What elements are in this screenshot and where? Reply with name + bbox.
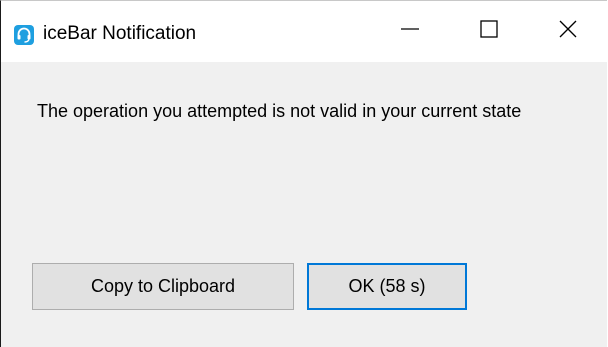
headset-icon: [14, 25, 34, 45]
copy-to-clipboard-button[interactable]: Copy to Clipboard: [32, 263, 294, 310]
maximize-icon: [479, 19, 499, 44]
notification-window: iceBar Notification The operation you at…: [0, 0, 607, 347]
ok-button[interactable]: OK (58 s): [307, 263, 467, 310]
close-icon: [558, 19, 578, 44]
notification-message: The operation you attempted is not valid…: [37, 101, 522, 121]
title-bar[interactable]: iceBar Notification: [1, 1, 607, 62]
window-title: iceBar Notification: [43, 23, 197, 44]
close-button[interactable]: [537, 1, 599, 62]
minimize-button[interactable]: [379, 1, 441, 62]
maximize-button[interactable]: [458, 1, 520, 62]
minimize-icon: [400, 19, 420, 44]
